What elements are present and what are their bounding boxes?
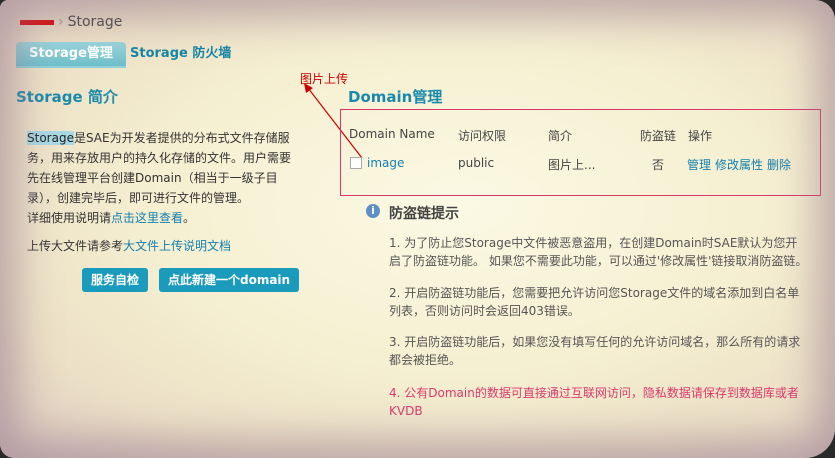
tip-item-warning: 4. 公有Domain的数据可直接通过互联网访问，隐私数据请保存到数据库或者KV… [389, 386, 799, 418]
manage-link[interactable]: 管理 [687, 158, 711, 172]
col-access: 访问权限 [458, 129, 507, 143]
col-domain-name: Domain Name [349, 127, 435, 141]
col-intro: 简介 [548, 129, 573, 143]
edit-attributes-link[interactable]: 修改属性 [715, 158, 763, 172]
col-ops: 操作 [688, 129, 713, 143]
tip-item: 3. 开启防盗链功能后，如果您没有填写任何的允许访问域名，那么所有的请求都会被拒… [389, 335, 801, 367]
tip-item: 1. 为了防止您Storage中文件被恶意盗用，在创建Domain时SAE默认为… [389, 236, 808, 268]
col-hotlink: 防盗链 [640, 129, 677, 143]
row-checkbox[interactable] [350, 157, 362, 169]
hotlink-tips-title: 防盗链提示 [389, 206, 459, 222]
tip-item: 2. 开启防盗链功能后，您需要把允许访问您Storage文件的域名添加到白名单列… [389, 286, 800, 318]
domain-name-link[interactable]: image [367, 156, 404, 170]
domain-manage-title: Domain管理 [348, 88, 443, 106]
domain-access: public [458, 156, 495, 170]
domain-intro: 图片上... [548, 158, 596, 172]
storage-page: › Storage Storage管理 Storage 防火墙 Storage 简… [0, 0, 835, 458]
domain-table-highlight [340, 109, 821, 196]
delete-link[interactable]: 删除 [767, 158, 791, 172]
domain-ops: 管理 修改属性 删除 [687, 156, 795, 173]
info-icon: i [366, 204, 380, 218]
domain-hotlink: 否 [652, 158, 665, 172]
